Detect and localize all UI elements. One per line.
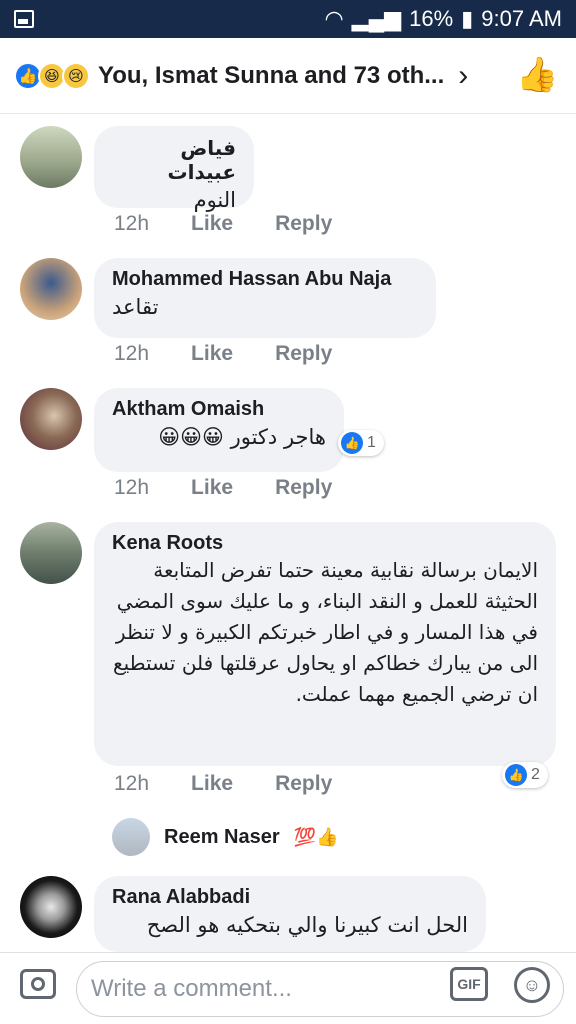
reaction-count[interactable]: 👍 2: [502, 762, 548, 788]
avatar[interactable]: [112, 818, 150, 856]
comment-bubble[interactable]: فياض عبيدات النوم: [94, 126, 254, 212]
comment-bubble[interactable]: Kena Roots الايمان برسالة نقابية معينة ح…: [94, 522, 556, 766]
comment-actions: 12h Like Reply: [114, 476, 332, 500]
avatar[interactable]: [20, 876, 82, 938]
comment-author[interactable]: Mohammed Hassan Abu Naja: [112, 268, 418, 291]
avatar[interactable]: [20, 522, 82, 584]
reply-button[interactable]: Reply: [275, 342, 332, 366]
chevron-right-icon[interactable]: ›: [458, 60, 468, 91]
like-icon: 👍: [341, 432, 363, 454]
comment-text: الايمان برسالة نقابية معينة حتما تفرض ال…: [112, 558, 538, 706]
reply-emoji: 💯👍: [293, 826, 339, 847]
clock: 9:07 AM: [481, 6, 562, 31]
comment-author[interactable]: فياض عبيدات: [112, 136, 237, 184]
gif-button[interactable]: GIF: [450, 967, 488, 1001]
comment-time: 12h: [114, 772, 150, 795]
comment-author[interactable]: Kena Roots: [112, 532, 538, 555]
comment-actions: 12h Like Reply: [114, 772, 332, 796]
sad-icon: 😢: [62, 61, 90, 90]
avatar[interactable]: [20, 126, 82, 188]
reaction-count[interactable]: 👍 1: [338, 430, 384, 456]
reply-button[interactable]: Reply: [275, 212, 332, 236]
comment-bubble[interactable]: Aktham Omaish هاجر دكتور 😀😀😀: [94, 388, 344, 472]
reactions-header[interactable]: 👍 😆 😢 You, Ismat Sunna and 73 oth... › 👍: [0, 38, 576, 114]
reaction-icons: 👍 😆 😢: [14, 61, 90, 90]
thumbs-up-icon[interactable]: 👍: [516, 56, 558, 94]
comment-time: 12h: [114, 212, 150, 235]
comment-time: 12h: [114, 342, 150, 365]
like-button[interactable]: Like: [191, 212, 233, 236]
comment-text: الحل انت كبيرنا والي بتحكيه هو الصح: [146, 913, 468, 937]
avatar[interactable]: [20, 258, 82, 320]
battery-icon: ▮: [461, 6, 474, 31]
comment-composer: Write a comment... GIF ☺: [0, 952, 576, 1024]
like-button[interactable]: Like: [191, 476, 233, 500]
reply-author[interactable]: Reem Naser: [164, 826, 280, 849]
reactions-summary[interactable]: You, Ismat Sunna and 73 oth...: [98, 62, 444, 90]
like-button[interactable]: Like: [191, 342, 233, 366]
reaction-count-value: 2: [531, 766, 540, 783]
comment-actions: 12h Like Reply: [114, 342, 332, 366]
reaction-count-value: 1: [367, 434, 376, 451]
sticker-icon[interactable]: ☺: [514, 967, 550, 1003]
like-icon: 👍: [505, 764, 527, 786]
comment-text: تقاعد: [112, 295, 159, 319]
comment-bubble[interactable]: Mohammed Hassan Abu Naja تقاعد: [94, 258, 436, 338]
like-button[interactable]: Like: [191, 772, 233, 796]
reply-button[interactable]: Reply: [275, 476, 332, 500]
reply-preview[interactable]: Reem Naser 💯👍: [112, 818, 338, 856]
wifi-icon: ◠: [324, 6, 344, 31]
avatar[interactable]: [20, 388, 82, 450]
comment-author[interactable]: Aktham Omaish: [112, 398, 326, 421]
comment-text: هاجر دكتور 😀😀😀: [158, 425, 326, 449]
comment-author[interactable]: Rana Alabbadi: [112, 886, 468, 909]
comment-bubble[interactable]: Rana Alabbadi الحل انت كبيرنا والي بتحكي…: [94, 876, 486, 952]
comment-actions: 12h Like Reply: [114, 212, 332, 236]
camera-icon[interactable]: [20, 969, 56, 999]
comment-input[interactable]: Write a comment...: [76, 961, 564, 1017]
reply-button[interactable]: Reply: [275, 772, 332, 796]
image-notification-icon: [14, 10, 34, 28]
status-bar: ◠ ▂▄▆ 16% ▮ 9:07 AM: [0, 0, 576, 38]
signal-icon: ▂▄▆: [351, 6, 402, 31]
battery-percent: 16%: [409, 6, 454, 31]
comment-time: 12h: [114, 476, 150, 499]
